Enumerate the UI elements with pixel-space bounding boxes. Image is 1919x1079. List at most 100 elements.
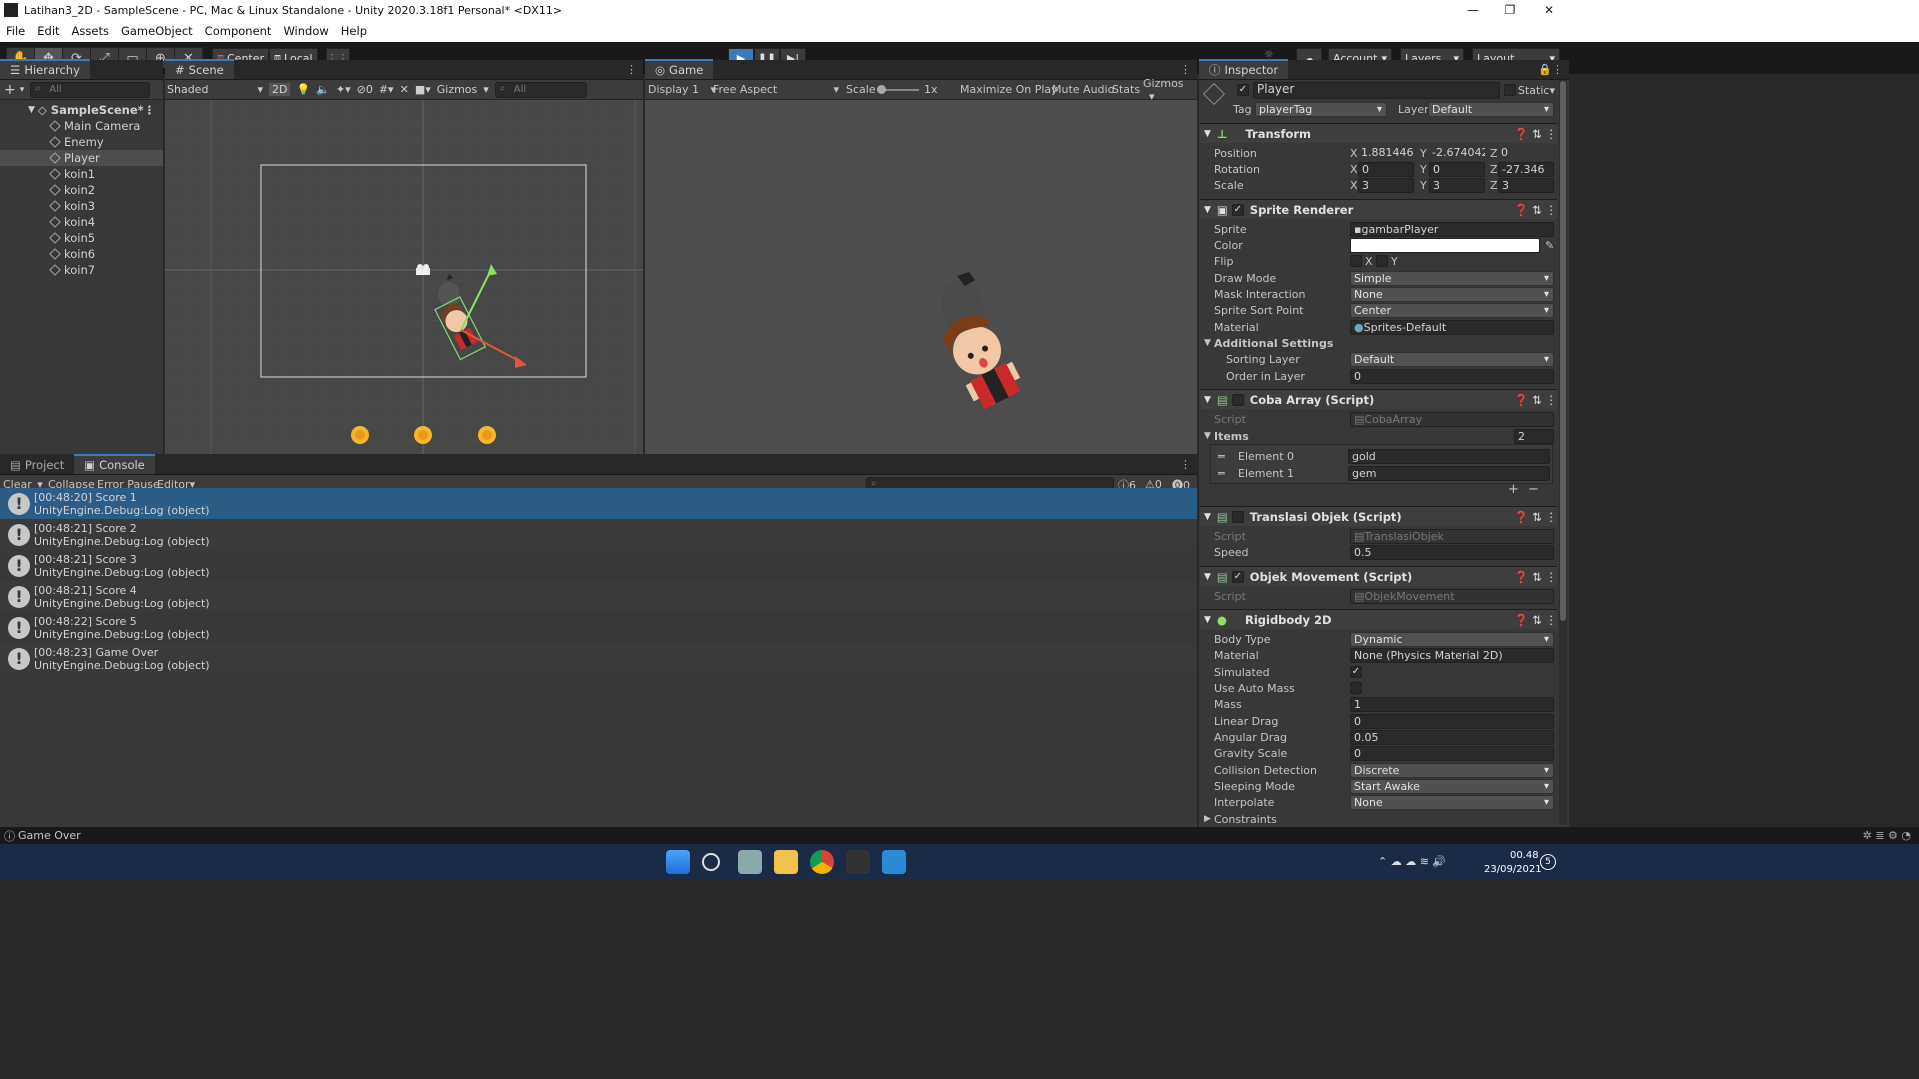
linear-drag-field[interactable]: 0 — [1350, 713, 1554, 729]
physics-material-field[interactable]: None (Physics Material 2D) — [1350, 647, 1554, 663]
color-swatch[interactable] — [1350, 237, 1540, 253]
menu-component[interactable]: Component — [199, 24, 278, 38]
add-element-button[interactable]: + — [1508, 482, 1519, 497]
rotation-x-field[interactable]: 0 — [1358, 161, 1414, 177]
system-tray-icons[interactable]: ⌃ ☁ ☁ ≋ 🔊 — [1378, 855, 1446, 868]
coba-array-component-header[interactable]: ▼ ▤ Coba Array (Script) ❓ ⇅ ⋮ — [1200, 389, 1557, 409]
aspect-dropdown[interactable]: Free Aspect ▾ — [713, 83, 839, 96]
translasi-objek-component-header[interactable]: ▼ ▤ Translasi Objek (Script) ❓ ⇅ ⋮ — [1200, 506, 1557, 526]
scale-z-field[interactable]: 3 — [1498, 177, 1554, 193]
audio-icon[interactable]: 🔈 — [316, 83, 330, 96]
use-auto-mass-checkbox[interactable] — [1350, 682, 1362, 694]
more-icon[interactable]: ⋮ — [626, 63, 637, 76]
clock-date[interactable]: 23/09/2021 — [1484, 864, 1542, 875]
flip-x-checkbox[interactable] — [1350, 255, 1362, 267]
scene-root[interactable]: ▼ ◇ SampleScene* ⋮ — [0, 102, 163, 118]
collision-detection-dropdown[interactable]: Discrete — [1350, 762, 1554, 778]
scale-y-field[interactable]: 3 — [1429, 177, 1485, 193]
help-icon[interactable]: ❓ ⇅ ⋮ — [1514, 570, 1557, 584]
hierarchy-item-enemy[interactable]: Enemy — [0, 134, 163, 150]
scale-x-field[interactable]: 3 — [1358, 177, 1414, 193]
tab-inspector[interactable]: ⓘ Inspector — [1199, 59, 1289, 79]
more-icon[interactable]: ⋮ — [1180, 63, 1191, 76]
console-log-row[interactable]: ! [00:48:21] Score 4 UnityEngine.Debug:Log… — [0, 581, 1197, 612]
hierarchy-item-player[interactable]: Player — [0, 150, 163, 166]
gizmos-dropdown[interactable]: Gizmos ▾ — [437, 83, 489, 96]
photos-icon[interactable] — [738, 850, 762, 874]
simulated-checkbox[interactable]: ✓ — [1350, 666, 1362, 678]
scene-viewport[interactable] — [165, 100, 643, 454]
menu-assets[interactable]: Assets — [66, 24, 115, 38]
enabled-checkbox[interactable]: ✓ — [1231, 203, 1244, 216]
inspector-scrollbar[interactable] — [1559, 80, 1567, 825]
active-checkbox[interactable]: ✓ — [1237, 84, 1249, 96]
enabled-checkbox[interactable]: ✓ — [1231, 570, 1244, 583]
search-icon[interactable] — [702, 853, 720, 871]
rigidbody2d-component-header[interactable]: ▼ ● Rigidbody 2D ❓ ⇅ ⋮ — [1200, 609, 1557, 629]
order-in-layer-field[interactable]: 0 — [1350, 368, 1554, 384]
hierarchy-item-koin2[interactable]: koin2 — [0, 182, 163, 198]
sorting-layer-dropdown[interactable]: Default — [1350, 351, 1554, 367]
remove-element-button[interactable]: − — [1528, 482, 1539, 497]
drag-handle-icon[interactable]: ═ — [1218, 467, 1225, 480]
rotation-z-field[interactable]: -27.346 — [1498, 161, 1554, 177]
tab-hierarchy[interactable]: ☰ Hierarchy — [0, 59, 90, 79]
windows-start-icon[interactable] — [666, 850, 690, 874]
angular-drag-field[interactable]: 0.05 — [1350, 729, 1554, 745]
create-button[interactable]: + — [4, 82, 16, 98]
console-log-row[interactable]: ! [00:48:21] Score 2 UnityEngine.Debug:Log… — [0, 519, 1197, 550]
hierarchy-item-main-camera[interactable]: Main Camera — [0, 118, 163, 134]
position-y-field[interactable]: -2.674042 — [1429, 146, 1485, 161]
vscode-icon[interactable] — [882, 850, 906, 874]
position-x-field[interactable]: 1.881446 — [1358, 146, 1414, 161]
hierarchy-item-koin4[interactable]: koin4 — [0, 214, 163, 230]
help-icon[interactable]: ❓ ⇅ ⋮ — [1514, 613, 1557, 627]
scene-search-input[interactable]: ⌕ All — [494, 81, 587, 98]
grid-icon[interactable]: #▾ — [379, 83, 394, 96]
file-explorer-icon[interactable] — [774, 850, 798, 874]
hierarchy-item-koin5[interactable]: koin5 — [0, 230, 163, 246]
transform-component-header[interactable]: ▼ ⊥ Transform ❓ ⇅ ⋮ — [1200, 123, 1557, 143]
element-0-field[interactable]: gold — [1348, 448, 1550, 464]
mass-field[interactable]: 1 — [1350, 696, 1554, 712]
static-dropdown[interactable]: Static▾ — [1518, 84, 1555, 97]
status-message[interactable]: Game Over — [18, 829, 81, 842]
lock-icon[interactable]: 🔒⋮ — [1538, 63, 1563, 76]
sprite-sort-point-dropdown[interactable]: Center — [1350, 302, 1554, 318]
enabled-checkbox[interactable] — [1231, 393, 1244, 406]
element-1-field[interactable]: gem — [1348, 465, 1550, 481]
clock-time[interactable]: 00.48 — [1510, 850, 1539, 861]
slider-thumb[interactable] — [877, 85, 886, 94]
gizmos-dropdown[interactable]: Gizmos ▾ — [1143, 77, 1197, 103]
layer-dropdown[interactable]: Default — [1428, 102, 1554, 117]
items-size-field[interactable]: 2 — [1514, 428, 1554, 444]
sleeping-mode-dropdown[interactable]: Start Awake — [1350, 778, 1554, 794]
display-dropdown[interactable]: Display 1 ▾ — [648, 83, 716, 96]
close-button[interactable]: ✕ — [1526, 0, 1572, 20]
unity-icon[interactable] — [846, 850, 870, 874]
hierarchy-item-koin3[interactable]: koin3 — [0, 198, 163, 214]
console-log-row[interactable]: ! [00:48:21] Score 3 UnityEngine.Debug:Log… — [0, 550, 1197, 581]
additional-settings-foldout[interactable]: ▼ Additional Settings — [1200, 335, 1557, 351]
help-icon[interactable]: ❓ ⇅ ⋮ — [1514, 510, 1557, 524]
hierarchy-item-koin1[interactable]: koin1 — [0, 166, 163, 182]
drag-handle-icon[interactable]: ═ — [1218, 450, 1225, 463]
maximize-on-play-toggle[interactable]: Maximize On Play — [960, 83, 1058, 96]
interpolate-dropdown[interactable]: None — [1350, 794, 1554, 810]
more-icon[interactable]: ⋮ — [1180, 458, 1191, 471]
rotation-y-field[interactable]: 0 — [1429, 161, 1485, 177]
effects-icon[interactable]: ✦▾ — [336, 83, 351, 96]
help-icon[interactable]: ❓ ⇅ ⋮ — [1514, 393, 1557, 407]
more-icon[interactable]: ⋮ — [144, 102, 156, 118]
tools-icon[interactable]: ✕ — [400, 83, 409, 96]
game-viewport[interactable] — [645, 100, 1197, 454]
menu-window[interactable]: Window — [277, 24, 334, 38]
tab-console[interactable]: ▣ Console — [74, 454, 155, 474]
menu-gameobject[interactable]: GameObject — [115, 24, 199, 38]
hierarchy-search-input[interactable]: ⌕ All — [30, 81, 151, 98]
body-type-dropdown[interactable]: Dynamic — [1350, 631, 1554, 647]
objek-movement-component-header[interactable]: ▼ ▤ ✓ Objek Movement (Script) ❓ ⇅ ⋮ — [1200, 566, 1557, 586]
menu-edit[interactable]: Edit — [31, 24, 65, 38]
console-log-row[interactable]: ! [00:48:22] Score 5 UnityEngine.Debug:Log… — [0, 612, 1197, 643]
help-icon[interactable]: ❓ ⇅ ⋮ — [1514, 203, 1557, 217]
